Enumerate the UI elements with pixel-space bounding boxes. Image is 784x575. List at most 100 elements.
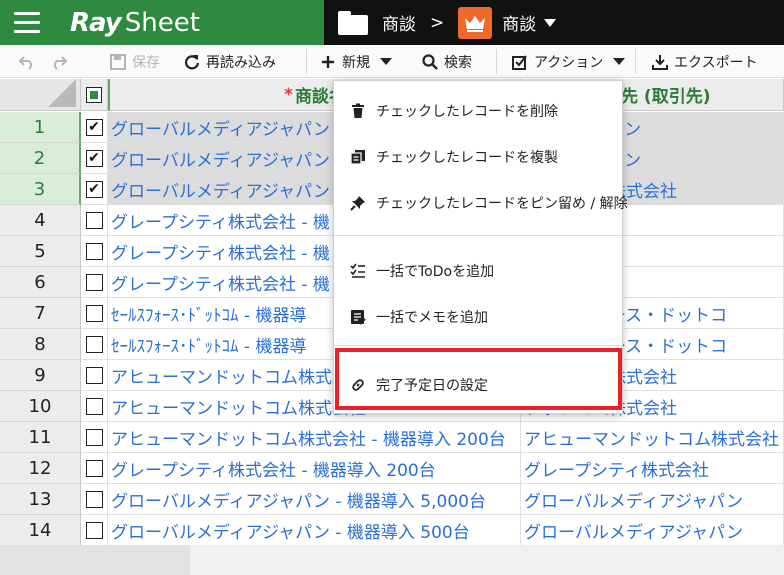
- cell-deal-name[interactable]: グローバルメディアジャパン - 機器導入 5,000台: [108, 484, 521, 515]
- checkbox-box[interactable]: [85, 490, 103, 508]
- undo-button[interactable]: [18, 45, 42, 78]
- chevron-down-icon[interactable]: [613, 58, 626, 65]
- search-button[interactable]: 検索: [422, 45, 472, 78]
- table-row[interactable]: 12 グレープシティ株式会社 - 機器導入 200台 グレープシティ株式会社: [0, 453, 784, 484]
- toolbar-divider: [496, 49, 497, 74]
- checkbox-box[interactable]: ✔: [85, 180, 103, 198]
- action-label: アクション: [534, 54, 604, 71]
- chevron-down-icon[interactable]: [380, 58, 392, 65]
- row-number[interactable]: 4: [0, 205, 81, 236]
- checkbox-box[interactable]: [85, 304, 103, 322]
- menu-item-duplicate-checked[interactable]: チェックしたレコードを複製: [334, 138, 622, 176]
- plus-icon: [322, 55, 334, 68]
- download-icon: [652, 54, 668, 70]
- menu-item-label: 一括でメモを追加: [376, 310, 488, 326]
- menu-item-bulk-add-memo[interactable]: 一括でメモを追加: [334, 298, 622, 336]
- menu-item-label: 一括でToDoを追加: [376, 264, 495, 280]
- checkbox-box[interactable]: [85, 211, 103, 229]
- row-checkbox[interactable]: [81, 422, 108, 453]
- checkbox-box[interactable]: [85, 273, 103, 291]
- row-number[interactable]: 5: [0, 236, 81, 267]
- hamburger-menu-icon[interactable]: [0, 0, 54, 45]
- menu-item-pin-checked[interactable]: チェックしたレコードをピン留め / 解除: [334, 184, 628, 222]
- app-header: Ray Sheet 商談 > 商談: [0, 0, 784, 45]
- folder-icon[interactable]: [338, 10, 368, 35]
- grid-corner[interactable]: [0, 79, 81, 111]
- new-button[interactable]: 新規: [320, 45, 392, 78]
- row-number[interactable]: 2: [0, 143, 81, 174]
- reload-icon: [184, 54, 200, 69]
- row-checkbox[interactable]: ✔: [81, 112, 108, 143]
- checkbox-box[interactable]: [85, 242, 103, 260]
- save-button[interactable]: 保存: [110, 45, 160, 78]
- redo-button[interactable]: [50, 45, 74, 78]
- row-number[interactable]: 6: [0, 267, 81, 298]
- checkbox-box[interactable]: [85, 397, 103, 415]
- row-checkbox[interactable]: [81, 236, 108, 267]
- row-checkbox[interactable]: [81, 360, 108, 391]
- reload-label: 再読み込み: [206, 54, 276, 71]
- checkbox-box[interactable]: [85, 335, 103, 353]
- menu-divider: [334, 345, 622, 346]
- export-button[interactable]: エクスポート: [652, 45, 758, 78]
- chevron-down-icon[interactable]: [544, 18, 557, 27]
- row-number[interactable]: 13: [0, 484, 81, 515]
- cell-account[interactable]: グレープシティ株式会社: [521, 453, 784, 484]
- row-number[interactable]: 1: [0, 112, 81, 143]
- row-number[interactable]: 11: [0, 422, 81, 453]
- checkbox-box[interactable]: [85, 459, 103, 477]
- breadcrumb: 商談 > 商談: [324, 0, 784, 45]
- cell-account[interactable]: グローバルメディアジャパン: [521, 515, 784, 546]
- column-header-label: 先 (取引先): [621, 87, 711, 107]
- search-label: 検索: [444, 54, 472, 71]
- breadcrumb-folder[interactable]: 商談: [382, 10, 416, 35]
- cell-account[interactable]: グローバルメディアジャパン: [521, 484, 784, 515]
- checkbox-box[interactable]: ✔: [85, 149, 103, 167]
- checkbox-box[interactable]: [85, 366, 103, 384]
- cell-deal-name[interactable]: アヒューマンドットコム株式会社 - 機器導入 200台: [108, 422, 521, 453]
- row-checkbox[interactable]: [81, 298, 108, 329]
- horizontal-scrollbar[interactable]: [0, 545, 190, 575]
- row-number[interactable]: 14: [0, 515, 81, 546]
- row-checkbox[interactable]: ✔: [81, 174, 108, 205]
- menu-item-label: チェックしたレコードをピン留め / 解除: [376, 196, 628, 212]
- menu-item-bulk-add-todo[interactable]: 一括でToDoを追加: [334, 252, 622, 290]
- checkbox-box[interactable]: ✔: [85, 118, 103, 136]
- menu-item-delete-checked[interactable]: チェックしたレコードを削除: [334, 92, 622, 130]
- table-row[interactable]: 11 アヒューマンドットコム株式会社 - 機器導入 200台 アヒューマンドットコム…: [0, 422, 784, 453]
- select-all-triangle-icon: [48, 79, 76, 107]
- table-row[interactable]: 13 グローバルメディアジャパン - 機器導入 5,000台 グローバルメディアジャ…: [0, 484, 784, 515]
- cell-deal-name[interactable]: グレープシティ株式会社 - 機器導入 200台: [108, 453, 521, 484]
- row-checkbox[interactable]: [81, 515, 108, 546]
- action-button[interactable]: アクション: [512, 45, 626, 78]
- crown-icon: [458, 6, 493, 39]
- row-checkbox[interactable]: [81, 391, 108, 422]
- row-number[interactable]: 10: [0, 391, 81, 422]
- checklist-icon: [350, 263, 365, 278]
- table-row[interactable]: 14 グローバルメディアジャパン - 機器導入 500台 グローバルメディアジャパン: [0, 515, 784, 546]
- highlight-box: [335, 348, 622, 410]
- cell-deal-name[interactable]: グローバルメディアジャパン - 機器導入 500台: [108, 515, 521, 546]
- row-checkbox[interactable]: [81, 205, 108, 236]
- row-checkbox[interactable]: [81, 267, 108, 298]
- row-number[interactable]: 8: [0, 329, 81, 360]
- row-number[interactable]: 7: [0, 298, 81, 329]
- row-number[interactable]: 12: [0, 453, 81, 484]
- logo-sheet-text: Sheet: [124, 7, 200, 38]
- checkbox-box[interactable]: [85, 428, 103, 446]
- checkbox-box[interactable]: [85, 521, 103, 539]
- row-number[interactable]: 9: [0, 360, 81, 391]
- row-number[interactable]: 3: [0, 174, 81, 205]
- header-checkbox[interactable]: [81, 79, 108, 111]
- cell-account[interactable]: アヒューマンドットコム株式会社: [521, 422, 784, 453]
- breadcrumb-current[interactable]: 商談: [502, 10, 536, 35]
- row-checkbox[interactable]: [81, 329, 108, 360]
- row-checkbox[interactable]: [81, 453, 108, 484]
- row-checkbox[interactable]: [81, 484, 108, 515]
- save-icon: [110, 53, 126, 70]
- row-checkbox[interactable]: ✔: [81, 143, 108, 174]
- toolbar: 保存 再読み込み 新規 検索 アクション エクスポート: [0, 45, 784, 78]
- toolbar-divider: [635, 49, 636, 74]
- search-icon: [422, 53, 438, 70]
- reload-button[interactable]: 再読み込み: [184, 45, 276, 78]
